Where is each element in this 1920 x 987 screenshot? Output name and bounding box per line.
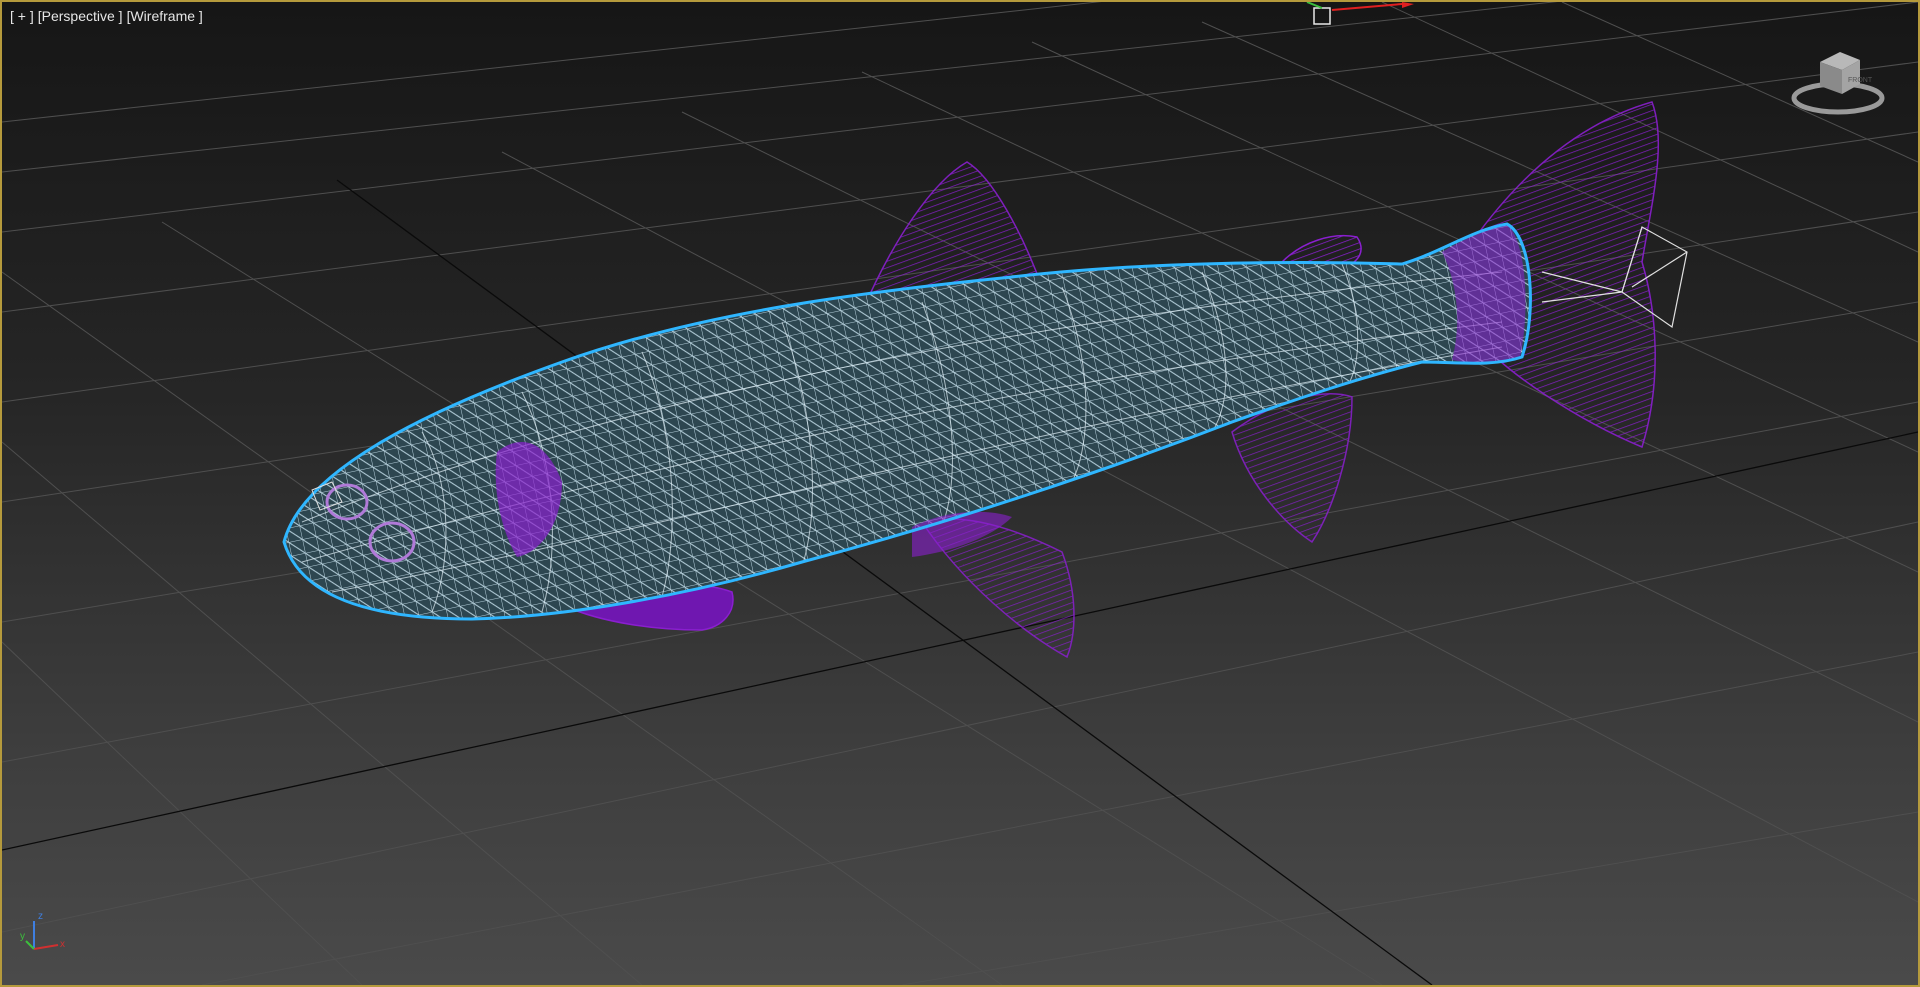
perspective-viewport[interactable]: [ + ] [Perspective ] [Wireframe ] FRONT … [0, 0, 1920, 987]
axis-y-label: y [20, 931, 25, 942]
viewport-label-bar: [ + ] [Perspective ] [Wireframe ] [10, 8, 203, 24]
viewport-menu-wireframe[interactable]: [Wireframe ] [127, 8, 203, 24]
move-gizmo-icon[interactable] [1302, 2, 1422, 32]
axis-tripod-icon: z x y [20, 911, 65, 950]
viewport-menu-perspective[interactable]: [Perspective ] [38, 8, 123, 24]
viewcube-icon[interactable]: FRONT [1790, 42, 1886, 118]
scene-canvas[interactable] [2, 2, 1918, 985]
axis-z-label: z [38, 911, 43, 922]
viewport-menu-plus[interactable]: [ + ] [10, 8, 34, 24]
svg-text:FRONT: FRONT [1848, 77, 1873, 84]
axis-x-label: x [60, 939, 65, 950]
